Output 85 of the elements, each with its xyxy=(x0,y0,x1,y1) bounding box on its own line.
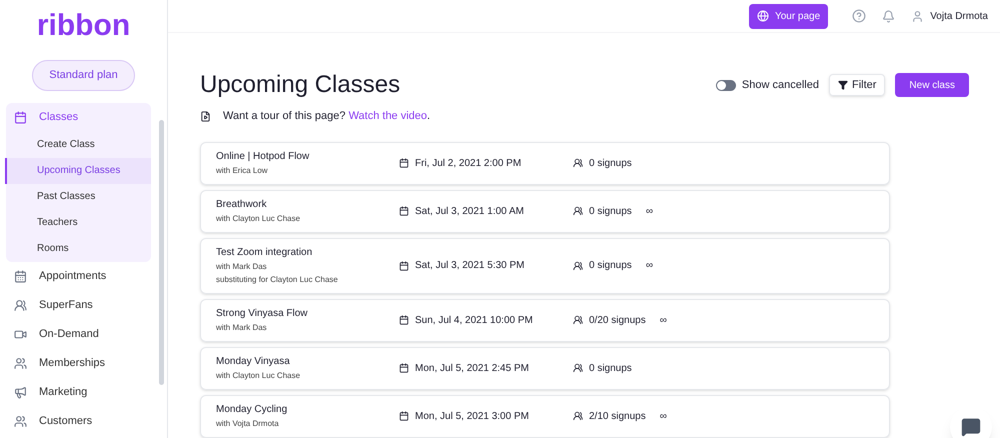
calendar-icon xyxy=(399,315,409,325)
class-card[interactable]: Breathwork with Clayton Luc Chase Sat, Jul 3, 2021 1:00 AM 0 signups ∞ xyxy=(200,190,890,232)
signups-count: 0 signups xyxy=(589,156,632,170)
sidebar-subitem[interactable]: Past Classes xyxy=(5,184,151,210)
sidebar-item[interactable]: Memberships xyxy=(6,348,151,378)
people-icon xyxy=(573,315,583,325)
class-date: Sun, Jul 4, 2021 10:00 PM xyxy=(415,314,533,328)
calendar-icon xyxy=(399,411,409,421)
class-name: Breathwork xyxy=(216,198,268,212)
class-date: Sat, Jul 3, 2021 1:00 AM xyxy=(415,204,524,218)
globe-icon xyxy=(756,10,769,22)
class-detail: with Mark Das xyxy=(216,322,268,334)
calendar-icon xyxy=(399,260,409,270)
sidebar-icon xyxy=(14,298,27,312)
people-icon xyxy=(573,158,583,168)
toggle-switch[interactable] xyxy=(716,80,736,90)
logo: ribbon xyxy=(36,8,132,44)
calendar-icon xyxy=(399,363,409,373)
sidebar-subitem[interactable]: Upcoming Classes xyxy=(5,158,151,184)
class-card[interactable]: Strong Vinyasa Flow with Mark Das Sun, Jul 4, 2021 10:00 PM 0/20 signups ∞ xyxy=(200,298,890,342)
class-detail: with Vojta Drmota xyxy=(216,418,280,430)
unlimited-mark: ∞ xyxy=(646,259,653,273)
chat-icon xyxy=(961,417,981,437)
class-date: Mon, Jul 5, 2021 2:45 PM xyxy=(415,362,529,376)
sidebar-item[interactable]: SuperFans xyxy=(6,290,151,320)
sidebar-item[interactable]: Marketing xyxy=(6,378,151,406)
class-detail: with Mark Das xyxy=(216,260,268,272)
class-date: Fri, Jul 2, 2021 2:00 PM xyxy=(415,156,522,170)
sidebar-subitem[interactable]: Rooms xyxy=(5,236,151,262)
signups-count: 0 signups xyxy=(589,204,632,218)
tour-text: Want a tour of this page? Watch the video. xyxy=(223,109,430,124)
people-icon xyxy=(573,363,583,373)
user-name[interactable]: Vojta Drmota xyxy=(930,8,988,24)
class-detail: with Erica Low xyxy=(216,164,269,176)
class-card[interactable]: Monday Vinyasa with Clayton Luc Chase Mon, Jul 5, 2021 2:45 PM 0 signups xyxy=(200,346,890,390)
signups-count: 0 signups xyxy=(589,362,632,376)
sidebar-item[interactable]: Customers xyxy=(6,406,151,436)
video-file-icon xyxy=(200,110,211,122)
user-icon xyxy=(911,10,924,22)
toggle-label: Show cancelled xyxy=(742,78,819,93)
sidebar-item[interactable]: On-Demand xyxy=(6,320,151,348)
calendar-icon xyxy=(399,206,409,216)
page-title: Upcoming Classes xyxy=(200,70,400,100)
watch-video-link[interactable]: Watch the video xyxy=(348,110,428,122)
scrollbar[interactable] xyxy=(159,120,164,385)
people-icon xyxy=(573,260,583,270)
sidebar-item[interactable]: Appointments xyxy=(6,262,151,290)
signups-count: 0 signups xyxy=(589,259,632,273)
signups-count: 0/20 signups xyxy=(589,314,646,328)
filter-icon xyxy=(838,80,848,90)
new-class-button[interactable]: New class xyxy=(895,73,969,97)
plan-button[interactable]: Standard plan xyxy=(32,60,135,90)
class-name: Test Zoom integration xyxy=(216,246,314,260)
help-icon[interactable] xyxy=(852,9,866,23)
class-detail: with Clayton Luc Chase xyxy=(216,370,302,382)
people-icon xyxy=(573,411,583,421)
signups-count: 2/10 signups xyxy=(589,410,646,424)
sidebar-icon xyxy=(14,414,27,428)
class-detail: substituting for Clayton Luc Chase xyxy=(216,274,339,286)
class-card[interactable]: Online | Hotpod Flow with Erica Low Fri, Jul 2, 2021 2:00 PM 0 signups xyxy=(200,142,890,184)
calendar-icon xyxy=(399,158,409,168)
your-page-button[interactable]: Your page xyxy=(748,4,828,28)
unlimited-mark: ∞ xyxy=(660,410,667,424)
sidebar-item[interactable]: Classes xyxy=(6,102,151,132)
class-date: Sat, Jul 3, 2021 5:30 PM xyxy=(415,259,525,273)
unlimited-mark: ∞ xyxy=(660,314,667,328)
sidebar-icon xyxy=(14,386,27,398)
sidebar-subitem[interactable]: Teachers xyxy=(5,210,151,236)
bell-icon[interactable] xyxy=(882,10,896,22)
class-name: Online | Hotpod Flow xyxy=(216,150,310,164)
class-card[interactable]: Monday Cycling with Vojta Drmota Mon, Jul 5, 2021 3:00 PM 2/10 signups ∞ xyxy=(200,394,890,438)
sidebar-icon xyxy=(14,110,27,124)
unlimited-mark: ∞ xyxy=(646,204,653,218)
sidebar-subitem[interactable]: Create Class xyxy=(5,132,151,158)
class-name: Strong Vinyasa Flow xyxy=(216,306,309,320)
sidebar-icon xyxy=(14,328,27,340)
sidebar-icon xyxy=(14,270,27,282)
people-icon xyxy=(573,206,583,216)
class-card[interactable]: Test Zoom integration with Mark Das substituting for Clayton Luc Chase Sat, Jul 3, 2021 5:30 PM 0 signups ∞ xyxy=(200,238,890,294)
class-detail: with Clayton Luc Chase xyxy=(216,212,302,224)
class-date: Mon, Jul 5, 2021 3:00 PM xyxy=(415,410,529,424)
filter-button[interactable]: Filter xyxy=(828,74,886,96)
sidebar-icon xyxy=(14,356,27,370)
class-name: Monday Vinyasa xyxy=(216,354,291,368)
class-name: Monday Cycling xyxy=(216,402,288,416)
